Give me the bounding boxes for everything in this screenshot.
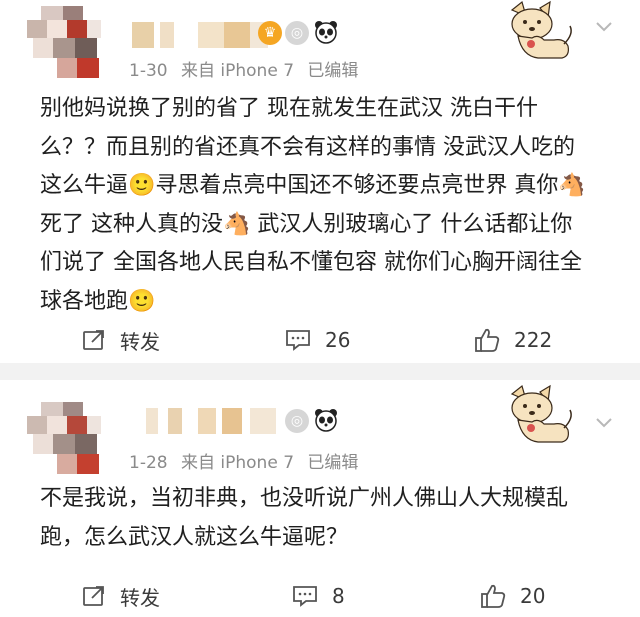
medal-badge-icon: ◎ <box>285 21 309 45</box>
avatar[interactable] <box>23 6 109 80</box>
dog-mascot-icon <box>498 0 576 64</box>
repost-button[interactable]: 转发 <box>82 320 160 360</box>
post-actions: 转发 8 20 <box>0 576 640 616</box>
edited-label: 已编辑 <box>307 453 359 473</box>
like-button[interactable]: 20 <box>480 576 545 616</box>
post-content: 别他妈说换了别的省了 现在就发生在武汉 洗白干什么？？而且别的省还真不会有这样的… <box>40 96 586 314</box>
repost-label: 转发 <box>120 329 160 354</box>
repost-button[interactable]: 转发 <box>82 576 160 616</box>
like-count: 20 <box>520 584 546 608</box>
thumbs-up-icon <box>475 328 500 352</box>
comment-button[interactable]: 8 <box>292 576 345 616</box>
comment-icon <box>293 586 317 607</box>
comment-count: 26 <box>325 328 351 352</box>
chevron-down-icon[interactable] <box>594 16 614 36</box>
timestamp: 1-28 <box>129 453 168 473</box>
thumbs-up-icon <box>481 584 506 608</box>
source-device: 来自 iPhone 7 <box>181 453 295 473</box>
chevron-down-icon[interactable] <box>594 412 614 432</box>
panda-icon <box>314 408 338 432</box>
comment-count: 8 <box>332 584 345 608</box>
dog-mascot-icon <box>498 384 576 448</box>
comment-icon <box>286 330 310 351</box>
avatar[interactable] <box>23 402 109 476</box>
crown-badge-icon: ♛ <box>258 21 282 45</box>
post-separator <box>0 363 640 380</box>
post-actions: 转发 26 222 <box>0 320 640 360</box>
timestamp: 1-30 <box>129 61 168 81</box>
repost-label: 转发 <box>120 585 160 610</box>
like-count: 222 <box>514 328 553 352</box>
share-icon <box>83 586 104 606</box>
medal-badge-icon: ◎ <box>285 409 309 433</box>
comment-button[interactable]: 26 <box>285 320 350 360</box>
post-content: 不是我说，当初非典，也没听说广州人佛山人大规模乱跑，怎么武汉人就这么牛逼呢？ <box>40 486 569 550</box>
username[interactable] <box>128 408 288 434</box>
post-meta: 1-30 来自 iPhone 7 已编辑 <box>129 56 366 81</box>
post-meta: 1-28 来自 iPhone 7 已编辑 <box>129 448 366 473</box>
edited-label: 已编辑 <box>307 61 359 81</box>
weibo-post-2: ◎ 1-28 来自 iPhone 7 已编辑 不是我说，当初非典，也没听说广州人… <box>0 380 640 617</box>
source-device: 来自 iPhone 7 <box>181 61 295 81</box>
share-icon <box>83 330 104 350</box>
weibo-post-1: ♛ ◎ 1-30 来自 iPhone 7 已编辑 别他妈说换了别的省了 现在就发… <box>0 0 640 363</box>
like-button[interactable]: 222 <box>474 320 552 360</box>
panda-icon <box>314 20 338 44</box>
